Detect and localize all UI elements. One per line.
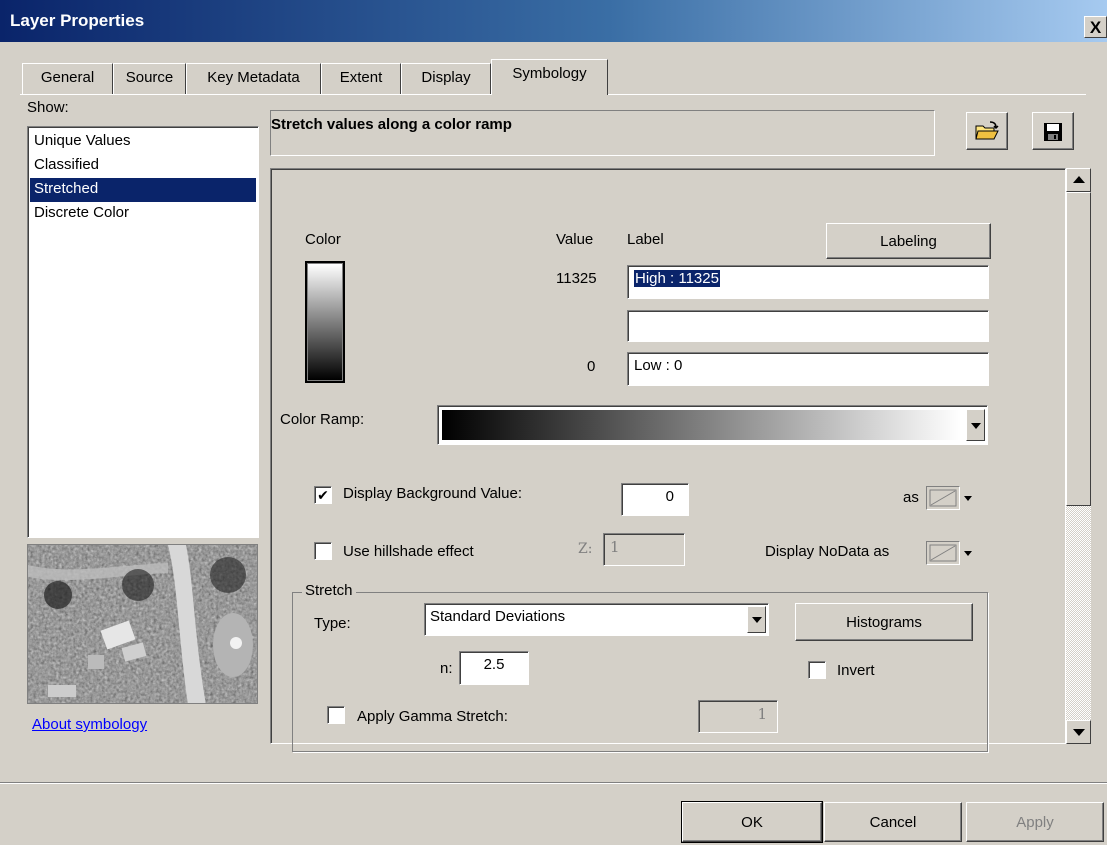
stretch-type-label: Type:	[314, 615, 351, 632]
about-symbology-link[interactable]: About symbology	[32, 716, 147, 733]
tab-source[interactable]: Source	[113, 63, 186, 94]
list-item[interactable]: Discrete Color	[30, 202, 256, 226]
background-as-label: as	[903, 489, 919, 506]
chevron-down-icon	[964, 551, 972, 556]
scroll-up-button[interactable]	[1066, 168, 1091, 192]
display-background-label: Display Background Value:	[343, 485, 522, 502]
gamma-stretch-label: Apply Gamma Stretch:	[357, 708, 508, 725]
renderer-description-box: Stretch values along a color ramp	[270, 110, 935, 156]
open-folder-icon	[975, 121, 999, 140]
chevron-down-icon	[752, 617, 762, 623]
color-header: Color	[305, 231, 341, 248]
background-color-dropdown[interactable]	[961, 486, 975, 512]
nodata-label: Display NoData as	[765, 543, 890, 560]
tab-label: General	[40, 69, 95, 86]
symbology-preview-image	[27, 544, 258, 704]
tab-symbology[interactable]: Symbology	[491, 59, 608, 95]
tab-display[interactable]: Display	[401, 63, 491, 94]
mid-label-field[interactable]	[627, 310, 989, 342]
invert-checkbox[interactable]	[808, 661, 826, 679]
chevron-down-icon	[971, 423, 981, 429]
list-item[interactable]: Unique Values	[30, 130, 256, 154]
gamma-value-field[interactable]: 1	[698, 700, 778, 733]
tab-key-metadata[interactable]: Key Metadata	[186, 63, 321, 94]
color-ramp-dropdown[interactable]	[437, 405, 988, 445]
no-color-icon	[929, 544, 957, 562]
open-folder-button[interactable]	[966, 112, 1008, 150]
color-ramp-gradient	[442, 410, 961, 440]
footer-separator	[0, 782, 1107, 784]
list-item-selected[interactable]: Stretched	[30, 178, 256, 202]
no-color-icon	[929, 489, 957, 507]
low-label-field[interactable]: Low : 0	[627, 352, 989, 386]
high-label-field[interactable]: High : 11325	[627, 265, 989, 299]
hillshade-checkbox[interactable]	[314, 542, 332, 560]
cancel-button[interactable]: Cancel	[824, 802, 962, 842]
label-header: Label	[627, 231, 664, 248]
title-bar	[0, 0, 1107, 42]
tab-label: Source	[125, 69, 174, 86]
background-color-swatch[interactable]	[926, 486, 960, 510]
chevron-down-icon	[1073, 729, 1085, 736]
tab-general[interactable]: General	[22, 63, 113, 94]
tab-label: Key Metadata	[207, 69, 300, 86]
show-label: Show:	[27, 99, 69, 116]
chevron-up-icon	[1073, 176, 1085, 183]
nodata-color-swatch[interactable]	[926, 541, 960, 565]
low-value: 0	[587, 358, 596, 375]
color-ramp-label: Color Ramp:	[280, 411, 365, 428]
renderer-description: Stretch values along a color ramp	[271, 116, 512, 133]
stretch-type-value: Standard Deviations	[430, 608, 566, 625]
renderer-list[interactable]: Unique Values Classified Stretched Discr…	[27, 126, 259, 538]
save-icon	[1044, 122, 1062, 141]
labeling-button[interactable]: Labeling	[826, 223, 991, 259]
apply-button[interactable]: Apply	[966, 802, 1104, 842]
list-item[interactable]: Classified	[30, 154, 256, 178]
close-button[interactable]: X	[1084, 16, 1107, 38]
tab-label: Extent	[339, 69, 383, 86]
check-icon: ✔	[317, 487, 329, 503]
tab-label: Display	[421, 69, 471, 86]
z-label: Z:	[578, 541, 593, 557]
high-value: 11325	[556, 270, 597, 287]
high-label-text: High : 11325	[634, 270, 720, 287]
n-label: n:	[440, 660, 453, 677]
hillshade-label: Use hillshade effect	[343, 543, 474, 560]
color-ramp-preview[interactable]	[305, 261, 345, 383]
n-value-field[interactable]: 2.5	[459, 651, 529, 685]
save-layer-button[interactable]	[1032, 112, 1074, 150]
stretch-type-dropdown[interactable]: Standard Deviations	[424, 603, 769, 636]
display-background-checkbox[interactable]: ✔	[314, 486, 332, 504]
value-header: Value	[556, 231, 594, 248]
tab-label: Symbology	[512, 65, 587, 82]
invert-label: Invert	[837, 662, 875, 679]
ok-button[interactable]: OK	[681, 801, 823, 843]
chevron-down-icon	[964, 496, 972, 501]
background-value-field[interactable]: 0	[621, 483, 689, 516]
tab-extent[interactable]: Extent	[321, 63, 401, 94]
histograms-button[interactable]: Histograms	[795, 603, 973, 641]
stretch-group-title: Stretch	[302, 582, 356, 599]
stretch-type-dropdown-button[interactable]	[747, 606, 766, 633]
scroll-thumb[interactable]	[1066, 192, 1091, 506]
nodata-color-dropdown[interactable]	[961, 541, 975, 567]
panel-scrollbar[interactable]	[1066, 168, 1091, 744]
color-ramp-dropdown-button[interactable]	[966, 409, 985, 441]
z-factor-field[interactable]: 1	[603, 533, 685, 566]
window-title: Layer Properties	[10, 11, 145, 30]
gamma-stretch-checkbox[interactable]	[327, 706, 345, 724]
scroll-down-button[interactable]	[1066, 720, 1091, 744]
